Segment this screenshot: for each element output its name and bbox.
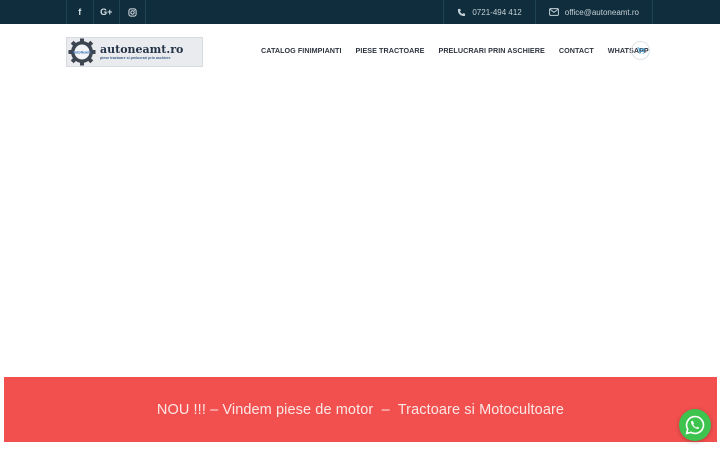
nav-catalog-finimpianti[interactable]: CATALOG FINIMPIANTI bbox=[261, 46, 342, 55]
whatsapp-chat-button[interactable] bbox=[679, 409, 711, 441]
promo-banner-text: NOU !!! – Vindem piese de motor – Tracto… bbox=[156, 401, 565, 418]
cart-button[interactable] bbox=[631, 41, 650, 60]
envelope-icon bbox=[548, 8, 559, 16]
promo-banner: NOU !!! – Vindem piese de motor – Tracto… bbox=[4, 377, 717, 442]
facebook-icon[interactable]: f bbox=[66, 0, 93, 24]
site-logo[interactable]: AutoNeamt autoneamt.ro piese tractoare s… bbox=[66, 37, 203, 67]
phone-number: 0721-494 412 bbox=[472, 7, 522, 17]
nav-prelucrari-prin-aschiere[interactable]: PRELUCRARI PRIN ASCHIERE bbox=[438, 46, 544, 55]
google-plus-icon[interactable]: G+ bbox=[92, 0, 120, 24]
nav-contact[interactable]: CONTACT bbox=[559, 46, 594, 55]
site-header: AutoNeamt autoneamt.ro piese tractoare s… bbox=[0, 24, 720, 76]
logo-gear-text: AutoNeamt bbox=[72, 50, 92, 54]
nav-piese-tractoare[interactable]: PIESE TRACTOARE bbox=[356, 46, 425, 55]
logo-subtitle: piese tractoare si prelucrari prin aschi… bbox=[100, 55, 171, 60]
email-address: office@autoneamt.ro bbox=[564, 7, 639, 17]
contact-info: 0721-494 412 office@autoneamt.ro bbox=[443, 0, 653, 24]
cart-icon bbox=[637, 47, 645, 54]
phone-item[interactable]: 0721-494 412 bbox=[443, 0, 534, 24]
gear-logo-icon: AutoNeamt bbox=[68, 38, 96, 66]
top-bar: f G+ 0721-494 412 office@autoneamt.ro bbox=[0, 0, 720, 24]
phone-icon bbox=[458, 8, 466, 16]
main-nav: CATALOG FINIMPIANTI PIESE TRACTOARE PREL… bbox=[261, 45, 663, 55]
social-links: f G+ bbox=[66, 0, 146, 24]
logo-name: autoneamt.ro bbox=[100, 42, 184, 56]
email-item[interactable]: office@autoneamt.ro bbox=[534, 0, 653, 24]
instagram-icon[interactable] bbox=[119, 0, 146, 24]
whatsapp-icon bbox=[685, 415, 705, 435]
